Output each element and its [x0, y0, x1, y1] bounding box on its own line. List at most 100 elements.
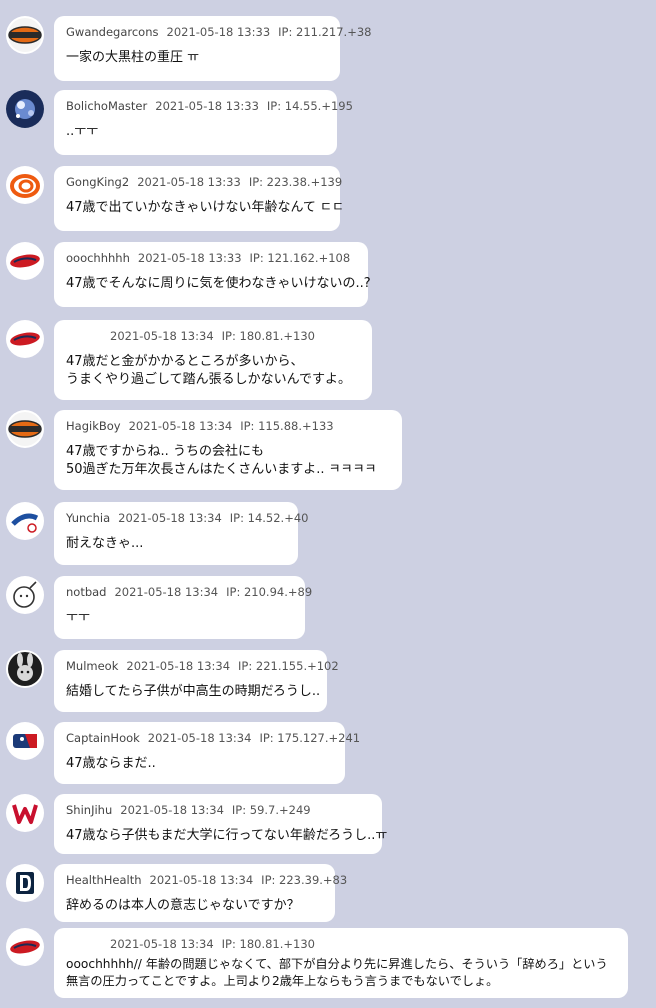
comment-line: 47歳でそんなに周りに気を使わなきゃいけないの..? [66, 276, 371, 291]
orange-baseball-team-logo-icon[interactable] [6, 16, 44, 54]
bunny-avatar-icon[interactable] [6, 650, 44, 688]
comment-timestamp: 2021-05-18 13:33 [137, 251, 242, 265]
comment-line: 結婚してたら子供が中高生の時期だろうし.. [66, 684, 321, 699]
comment-text: ㅜㅜ [66, 609, 293, 627]
comment-timestamp: 2021-05-18 13:34 [149, 873, 254, 887]
ip-address: IP: 211.217.+38 [278, 25, 372, 39]
author-nickname[interactable]: Mulmeok [66, 659, 118, 673]
comment-line: ..ㅜㅜ [66, 124, 99, 139]
author-nickname[interactable]: CaptainHook [66, 731, 140, 745]
comment-line: ooochhhhh// 年齢の問題じゃなくて、部下が自分より先に昇進したら、そう… [66, 957, 608, 971]
comment-meta: HealthHealth 2021-05-18 13:34 IP: 223.39.+… [66, 872, 347, 888]
comment-line: 無言の圧力ってことですよ。上司より2歳年上ならもう言うまでもないでしょ。 [66, 974, 499, 988]
red-w-logo-icon[interactable] [6, 794, 44, 832]
ip-address: IP: 223.39.+83 [261, 873, 348, 887]
orange-baseball-team-logo-icon[interactable] [6, 410, 44, 448]
comment-bubble: HagikBoy 2021-05-18 13:34 IP: 115.88.+133 … [54, 410, 402, 490]
blue-script-ball-logo-icon[interactable] [6, 502, 44, 540]
red-script-team-logo-icon[interactable] [6, 928, 44, 966]
orange-swirl-logo-icon[interactable] [6, 166, 44, 204]
comment-bubble: Gwandegarcons 2021-05-18 13:33 IP: 211.217… [54, 16, 371, 81]
comment-bubble: HealthHealth 2021-05-18 13:34 IP: 223.39.+… [54, 864, 347, 922]
ip-address: IP: 180.81.+130 [221, 329, 315, 343]
comment-bubble: GongKing2 2021-05-18 13:33 IP: 223.38.+139… [54, 166, 344, 231]
comment-line: 47歳だと金がかかるところが多いから、 [66, 354, 304, 369]
comment-bubble: ooochhhhh 2021-05-18 13:33 IP: 121.162.+10… [54, 242, 371, 307]
comment-timestamp: 2021-05-18 13:34 [128, 419, 233, 433]
comment-timestamp: 2021-05-18 13:34 [110, 329, 214, 343]
comment-line: 耐えなきゃ... [66, 536, 144, 551]
comment-text: 47歳なら子供もまだ大学に行ってない年齢だろうし..ㅠ [66, 827, 388, 845]
ip-address: IP: 175.127.+241 [259, 731, 361, 745]
author-nickname[interactable]: ooochhhhh [66, 251, 130, 265]
author-nickname[interactable]: Gwandegarcons [66, 25, 159, 39]
author-nickname[interactable]: HagikBoy [66, 419, 121, 433]
author-nickname[interactable]: GongKing2 [66, 175, 129, 189]
ip-address: IP: 115.88.+133 [240, 419, 334, 433]
author-nickname[interactable]: BolichoMaster [66, 99, 147, 113]
comment-meta: Yunchia 2021-05-18 13:34 IP: 14.52.+40 [66, 510, 308, 526]
author-nickname[interactable]: ShinJihu [66, 803, 112, 817]
comment-line: 47歳で出ていかなきゃいけない年齢なんて ㄷㄷ [66, 200, 344, 215]
comment-line: 一家の大黒柱の重圧 ㅠ [66, 50, 200, 65]
ip-address: IP: 180.81.+130 [221, 937, 315, 951]
comment-line: 47歳なら子供もまだ大学に行ってない年齢だろうし..ㅠ [66, 828, 388, 843]
comment-timestamp: 2021-05-18 13:33 [137, 175, 241, 189]
comment-timestamp: 2021-05-18 13:34 [126, 659, 231, 673]
author-nickname[interactable]: Yunchia [66, 511, 110, 525]
comment-meta: Gwandegarcons 2021-05-18 13:33 IP: 211.217… [66, 24, 371, 40]
comment-bubble: Mulmeok 2021-05-18 13:34 IP: 221.155.+102 … [54, 650, 339, 712]
comment-timestamp: 2021-05-18 13:33 [155, 99, 259, 113]
comment-text: ooochhhhh// 年齢の問題じゃなくて、部下が自分より先に昇進したら、そう… [66, 956, 622, 990]
comment-bubble: 2021-05-18 13:34 IP: 180.81.+130 ooochhhh… [54, 928, 628, 998]
comment-meta: ooochhhhh 2021-05-18 13:33 IP: 121.162.+10… [66, 250, 356, 266]
comment-line: うまくやり過ごして踏ん張るしかないんですよ。 [66, 372, 351, 387]
author-nickname[interactable]: HealthHealth [66, 873, 142, 887]
comment-text: 耐えなきゃ... [66, 535, 286, 553]
comment-bubble: Yunchia 2021-05-18 13:34 IP: 14.52.+40 耐えな… [54, 502, 308, 565]
comment-meta: Mulmeok 2021-05-18 13:34 IP: 221.155.+102 [66, 658, 339, 674]
ip-address: IP: 210.94.+89 [226, 585, 313, 599]
ip-address: IP: 223.38.+139 [248, 175, 343, 189]
comment-text: 一家の大黒柱の重圧 ㅠ [66, 49, 328, 67]
author-nickname[interactable]: notbad [66, 585, 106, 599]
comment-timestamp: 2021-05-18 13:34 [114, 585, 219, 599]
comment-bubble: BolichoMaster 2021-05-18 13:33 IP: 14.55.+… [54, 90, 353, 155]
comment-text: ..ㅜㅜ [66, 123, 325, 141]
red-script-team-logo-icon[interactable] [6, 320, 44, 358]
comment-text: 47歳だと金がかかるところが多いから、うまくやり過ごして踏ん張るしかないんですよ… [66, 353, 360, 389]
comment-timestamp: 2021-05-18 13:34 [120, 803, 224, 817]
comment-line: 辞めるのは本人の意志じゃないですか？ [66, 898, 300, 913]
ip-address: IP: 59.7.+249 [231, 803, 311, 817]
comment-meta: BolichoMaster 2021-05-18 13:33 IP: 14.55.+… [66, 98, 353, 114]
comment-line: 47歳ですからね.. うちの会社にも [66, 444, 264, 459]
ip-address: IP: 121.162.+108 [249, 251, 351, 265]
comment-text: 47歳ですからね.. うちの会社にも 50過ぎた万年次長さんはたくさんいますよ..… [66, 443, 390, 479]
comment-bubble: notbad 2021-05-18 13:34 IP: 210.94.+89 ㅜㅜ [54, 576, 312, 639]
comment-text: 辞めるのは本人の意志じゃないですか？ [66, 897, 323, 915]
comment-text: 47歳でそんなに周りに気を使わなきゃいけないの..? [66, 275, 371, 293]
sparkle-avatar-icon[interactable] [6, 90, 44, 128]
comment-feed: Gwandegarcons 2021-05-18 13:33 IP: 211.217… [0, 0, 656, 1008]
comment-timestamp: 2021-05-18 13:33 [166, 25, 271, 39]
comment-text: 結婚してたら子供が中高生の時期だろうし.. [66, 683, 321, 701]
ip-address: IP: 221.155.+102 [238, 659, 339, 673]
comment-timestamp: 2021-05-18 13:34 [110, 937, 214, 951]
ip-address: IP: 14.55.+195 [266, 99, 353, 113]
comment-bubble: ShinJihu 2021-05-18 13:34 IP: 59.7.+249 47… [54, 794, 388, 854]
comment-bubble: CaptainHook 2021-05-18 13:34 IP: 175.127.+… [54, 722, 360, 784]
comment-meta: notbad 2021-05-18 13:34 IP: 210.94.+89 [66, 584, 312, 600]
comment-timestamp: 2021-05-18 13:34 [147, 731, 252, 745]
doodle-face-avatar-icon[interactable] [6, 576, 44, 614]
comment-meta: 2021-05-18 13:34 IP: 180.81.+130 [66, 328, 360, 344]
comment-meta: 2021-05-18 13:34 IP: 180.81.+130 [66, 936, 622, 952]
comment-line: 50過ぎた万年次長さんはたくさんいますよ.. ㅋㅋㅋㅋ [66, 462, 377, 477]
navy-d-logo-icon[interactable] [6, 864, 44, 902]
comment-meta: ShinJihu 2021-05-18 13:34 IP: 59.7.+249 [66, 802, 370, 818]
comment-bubble: 2021-05-18 13:34 IP: 180.81.+130 47歳だと金がか… [54, 320, 372, 400]
red-script-team-logo-icon[interactable] [6, 242, 44, 280]
comment-line: ㅜㅜ [66, 610, 90, 625]
league-shield-logo-icon[interactable] [6, 722, 44, 760]
comment-meta: CaptainHook 2021-05-18 13:34 IP: 175.127.+… [66, 730, 360, 746]
ip-address: IP: 14.52.+40 [229, 511, 309, 525]
